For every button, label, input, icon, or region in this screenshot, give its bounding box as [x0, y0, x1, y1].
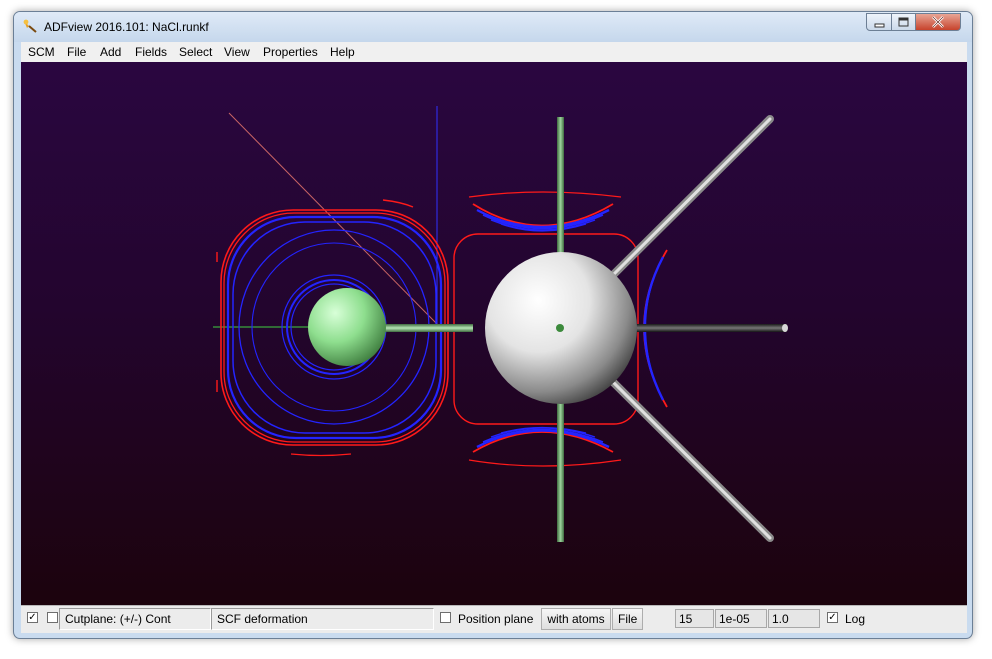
menu-view[interactable]: View — [224, 45, 250, 59]
file-button[interactable]: File — [612, 608, 643, 630]
menu-scm[interactable]: SCM — [28, 45, 55, 59]
menu-properties[interactable]: Properties — [263, 45, 318, 59]
atom-na[interactable] — [308, 288, 386, 366]
position-plane-checkbox[interactable] — [440, 612, 451, 623]
title-bar[interactable]: ADFview 2016.101: NaCl.runkf — [14, 12, 972, 42]
status-bar: ✓ Cutplane: (+/-) Cont SCF deformation P… — [21, 605, 967, 633]
atom-cl-center-marker — [556, 324, 564, 332]
minimize-button[interactable] — [866, 13, 892, 31]
second-checkbox[interactable] — [47, 612, 58, 623]
min-value-input[interactable]: 1e-05 — [715, 609, 767, 628]
position-plane-label: Position plane — [458, 612, 534, 626]
molecule-3d-viewport[interactable] — [21, 62, 967, 605]
maximize-icon — [898, 17, 909, 27]
menu-help[interactable]: Help — [330, 45, 355, 59]
adfview-app-icon — [23, 19, 37, 33]
close-button[interactable] — [915, 13, 961, 31]
app-window: ADFview 2016.101: NaCl.runkf SCM File Ad… — [13, 11, 973, 639]
menu-bar: SCM File Add Fields Select View Properti… — [21, 42, 967, 63]
visible-checkbox[interactable]: ✓ — [27, 612, 38, 623]
molecule-scene — [213, 106, 788, 542]
menu-file[interactable]: File — [67, 45, 86, 59]
menu-fields[interactable]: Fields — [135, 45, 167, 59]
cutplane-label: Cutplane: (+/-) Cont — [59, 608, 211, 630]
menu-select[interactable]: Select — [179, 45, 212, 59]
contour-count-input[interactable]: 15 — [675, 609, 714, 628]
window-title: ADFview 2016.101: NaCl.runkf — [44, 20, 209, 34]
log-label: Log — [845, 612, 866, 626]
minimize-icon — [874, 23, 885, 28]
with-atoms-button[interactable]: with atoms — [541, 608, 611, 630]
maximize-button[interactable] — [891, 13, 916, 31]
max-value-input[interactable]: 1.0 — [768, 609, 820, 628]
log-checkbox[interactable]: ✓ — [827, 612, 838, 623]
field-name-label[interactable]: SCF deformation — [211, 608, 434, 630]
close-icon — [932, 16, 944, 28]
menu-add[interactable]: Add — [100, 45, 121, 59]
